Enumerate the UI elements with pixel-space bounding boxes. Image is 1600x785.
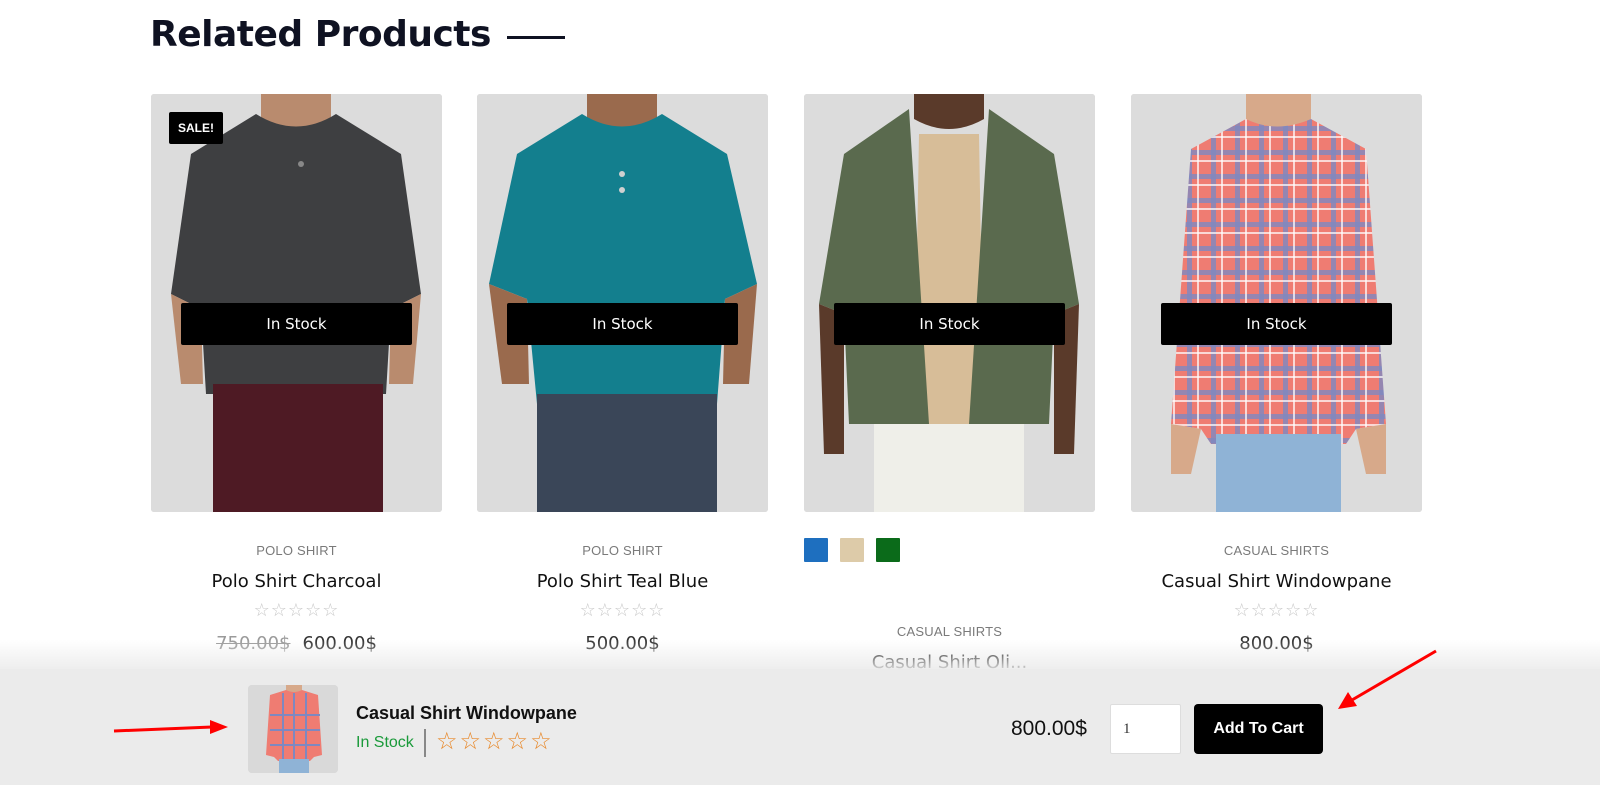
sticky-product-name: Casual Shirt Windowpane [356,703,577,723]
product-image[interactable]: In Stock [1131,94,1422,512]
sticky-bar-fade [0,640,1600,670]
quantity-input[interactable] [1110,704,1181,754]
color-swatches [804,538,1095,562]
product-category-link[interactable]: POLO SHIRT [151,543,442,558]
swatch-beige[interactable] [840,538,864,562]
product-card[interactable]: In Stock POLO SHIRT Polo Shirt Teal Blue… [477,94,768,654]
star-rating: ☆☆☆☆☆ [1233,600,1320,620]
related-products-header: Related Products [150,14,565,55]
star-rating: ☆☆☆☆☆ [579,600,666,620]
stock-status-bar: In Stock [507,303,738,345]
sticky-add-to-cart-bar: Casual Shirt Windowpane In Stock ☆☆☆☆☆ 8… [0,669,1600,785]
sticky-star-rating: ☆☆☆☆☆ [436,728,554,755]
product-name-link[interactable]: Polo Shirt Charcoal [151,571,442,592]
title-underline-divider [506,36,565,39]
product-image[interactable]: In Stock [804,94,1095,512]
product-card[interactable]: In Stock CASUAL SHIRTS Casual Shirt Wind… [1131,94,1422,654]
swatch-green[interactable] [876,538,900,562]
product-category-link[interactable]: CASUAL SHIRTS [1131,543,1422,558]
product-card[interactable]: In Stock CASUAL SHIRTS Casual Shirt Oli.… [804,94,1095,673]
add-to-cart-button[interactable]: Add To Cart [1194,704,1323,754]
product-image[interactable]: SALE! In Stock [151,94,442,512]
stock-status-bar: In Stock [1161,303,1392,345]
sticky-price: 800.00$ [1011,717,1087,740]
sale-badge: SALE! [169,112,223,144]
star-rating: ☆☆☆☆☆ [253,600,340,620]
product-category-link[interactable]: POLO SHIRT [477,543,768,558]
windowpane-shirt-thumbnail [248,685,338,773]
product-name-link[interactable]: Polo Shirt Teal Blue [477,571,768,592]
product-category-link[interactable]: CASUAL SHIRTS [804,624,1095,639]
product-name-link[interactable]: Casual Shirt Windowpane [1131,571,1422,592]
stock-status-bar: In Stock [181,303,412,345]
product-card[interactable]: SALE! In Stock POLO SHIRT Polo Shirt Cha… [151,94,442,654]
sticky-stock-status: In Stock [356,734,414,751]
swatch-blue[interactable] [804,538,828,562]
status-divider [424,729,426,757]
stock-status-bar: In Stock [834,303,1065,345]
section-title: Related Products [150,14,491,55]
sticky-product-thumbnail [248,685,338,773]
product-image[interactable]: In Stock [477,94,768,512]
